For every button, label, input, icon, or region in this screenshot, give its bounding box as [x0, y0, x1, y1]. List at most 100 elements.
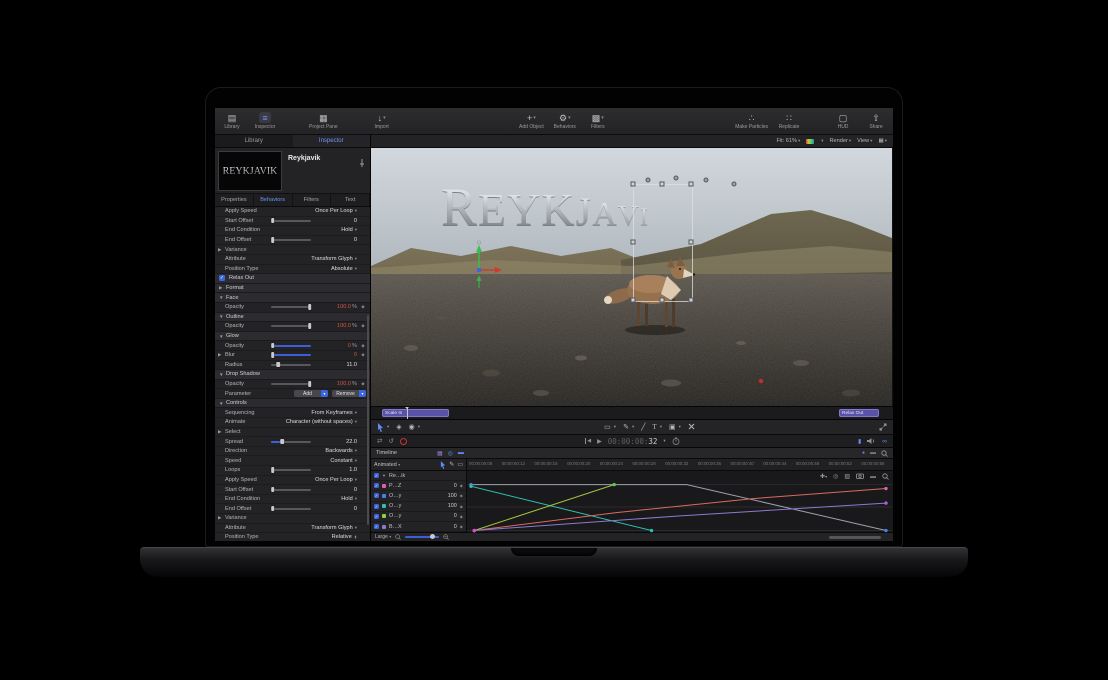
glyph-handle[interactable]: [704, 178, 709, 183]
param-slider[interactable]: [271, 345, 311, 347]
canvas[interactable]: REYKJAVI: [371, 148, 893, 406]
show-layers-icon[interactable]: ▦: [437, 450, 443, 457]
param-slider[interactable]: [271, 306, 311, 308]
popup-chevron-icon[interactable]: ▾: [355, 477, 357, 483]
track-value[interactable]: 100: [443, 493, 457, 499]
disclosure-triangle-icon[interactable]: ▶: [218, 429, 225, 435]
keyframe-point-magenta-key[interactable]: [473, 529, 476, 532]
make-particles-button[interactable]: ∴ Make Particles: [735, 112, 768, 130]
loop-playback-icon[interactable]: ↺: [388, 437, 393, 445]
camera-snapshot-icon[interactable]: [856, 473, 864, 480]
param-slider[interactable]: [271, 489, 311, 491]
zoom-out-icon[interactable]: [395, 534, 401, 540]
disclosure-triangle-icon[interactable]: ▶: [218, 515, 225, 521]
box-select-icon[interactable]: ▭: [457, 461, 463, 468]
loop-icon[interactable]: ∞: [882, 438, 887, 445]
selection-handle[interactable]: [689, 182, 694, 187]
curve-set-popup[interactable]: Animated ▾: [374, 462, 400, 468]
track-checkbox[interactable]: ✓: [374, 493, 379, 498]
param-slider[interactable]: [271, 441, 311, 443]
stopwatch-icon[interactable]: [672, 437, 680, 445]
glyph-handle[interactable]: [646, 178, 651, 183]
filmstrip-icon[interactable]: ▬: [870, 450, 876, 456]
track-checkbox[interactable]: ✓: [374, 514, 379, 519]
keyframe-diamond-icon[interactable]: ◆: [460, 504, 463, 509]
popup-value[interactable]: Backwards: [325, 448, 352, 454]
play-button[interactable]: ▶: [597, 438, 602, 445]
curve-green-rise[interactable]: [474, 485, 614, 531]
transform-gizmo[interactable]: [463, 240, 503, 300]
edit-cursor-icon[interactable]: [440, 461, 446, 469]
param-slider[interactable]: [271, 508, 311, 510]
selection-handle[interactable]: [660, 298, 665, 303]
selection-handle[interactable]: [631, 182, 636, 187]
slider-thumb[interactable]: [271, 343, 275, 349]
param-value[interactable]: 1.0: [349, 467, 357, 473]
adjust-item-tool[interactable]: ◉: [409, 423, 415, 431]
behavior-bar-scale-in[interactable]: Scale In: [382, 409, 449, 417]
speaker-icon[interactable]: [867, 437, 876, 445]
inspector-scrollbar[interactable]: [367, 315, 370, 525]
param-value[interactable]: 0: [354, 218, 357, 224]
image-mask-tool[interactable]: ▣: [669, 423, 676, 431]
keyframe-diamond-icon[interactable]: ◆: [460, 493, 463, 498]
layout-grid-icon[interactable]: ▦▾: [878, 138, 887, 144]
popup-value[interactable]: From Keyframes: [311, 410, 352, 416]
popup-chevron-icon[interactable]: ▾: [355, 419, 357, 425]
checkbox-enabled[interactable]: ✓: [219, 275, 225, 281]
disclosure-triangle-icon[interactable]: ▶: [218, 247, 225, 253]
disclosure-triangle-icon[interactable]: ▶: [218, 352, 225, 358]
playhead[interactable]: [407, 407, 408, 419]
popup-value[interactable]: Once Per Loop: [315, 208, 353, 214]
hud-button[interactable]: ▢ HUD: [831, 112, 855, 130]
param-value[interactable]: 100.0: [337, 304, 351, 310]
track-value[interactable]: 0: [443, 524, 457, 530]
slider-thumb[interactable]: [271, 218, 275, 224]
transform-tool[interactable]: ◈: [396, 423, 401, 431]
expand-canvas-icon[interactable]: [879, 423, 887, 431]
track-checkbox[interactable]: ✓: [374, 504, 379, 509]
param-slider[interactable]: [271, 325, 311, 327]
keyframe-diamond-icon[interactable]: ◆: [360, 304, 366, 310]
selection-handle[interactable]: [631, 240, 636, 245]
slider-thumb[interactable]: [271, 467, 275, 473]
show-keyframes-icon[interactable]: ▬: [458, 450, 464, 456]
param-slider[interactable]: [271, 383, 311, 385]
popup-chevron-icon[interactable]: ▾: [355, 525, 357, 531]
track-row-parent[interactable]: ✓▼Re…ik: [371, 471, 466, 481]
replicate-button[interactable]: ∷ Replicate: [777, 112, 801, 130]
popup-chevron-icon[interactable]: ▾: [359, 390, 366, 397]
glyph-handle[interactable]: [732, 182, 737, 187]
go-to-start-button[interactable]: ◀: [585, 438, 591, 444]
range-icon[interactable]: ▮: [858, 438, 861, 445]
add-object-button[interactable]: +▾ Add Object: [519, 112, 544, 130]
animation-curves[interactable]: [467, 471, 892, 540]
disclosure-triangle-icon[interactable]: ▼: [219, 401, 226, 406]
filmstrip-small-icon[interactable]: ▬: [870, 474, 876, 480]
timecode-chevron-icon[interactable]: ▾: [663, 438, 665, 444]
track-checkbox[interactable]: ✓: [374, 524, 379, 529]
disclosure-triangle-icon[interactable]: ▼: [219, 295, 226, 300]
slider-thumb[interactable]: [308, 304, 312, 310]
tab-inspector[interactable]: Inspector: [293, 135, 371, 147]
selection-handle[interactable]: [689, 240, 694, 245]
stepper-value[interactable]: Relative: [332, 534, 352, 540]
snap-icon[interactable]: ✚▾: [820, 473, 827, 480]
track-value[interactable]: 100: [443, 503, 457, 509]
import-button[interactable]: ↓▾ Import: [370, 112, 394, 130]
stepper-arrows-icon[interactable]: ▲▼: [354, 535, 357, 540]
keyframe-diamond-icon[interactable]: ◆: [360, 343, 366, 349]
tab-behaviors[interactable]: Behaviors: [254, 194, 293, 206]
keyframe-point-purple-rise[interactable]: [884, 501, 887, 504]
add-marker-icon[interactable]: ●: [862, 450, 865, 456]
popup-chevron-icon[interactable]: ▾: [355, 410, 357, 416]
track-value[interactable]: 0: [443, 513, 457, 519]
param-value[interactable]: 0: [354, 352, 357, 358]
slider-thumb[interactable]: [308, 381, 312, 387]
filters-button[interactable]: ▩▾ Filters: [586, 112, 610, 130]
param-slider[interactable]: [271, 239, 311, 241]
slider-thumb[interactable]: [280, 439, 284, 445]
glyph-handle[interactable]: [674, 176, 679, 181]
render-popup[interactable]: Render▾: [830, 138, 852, 144]
keyframe-graph[interactable]: ✚▾ ◎ ▧ ▬: [467, 471, 893, 532]
